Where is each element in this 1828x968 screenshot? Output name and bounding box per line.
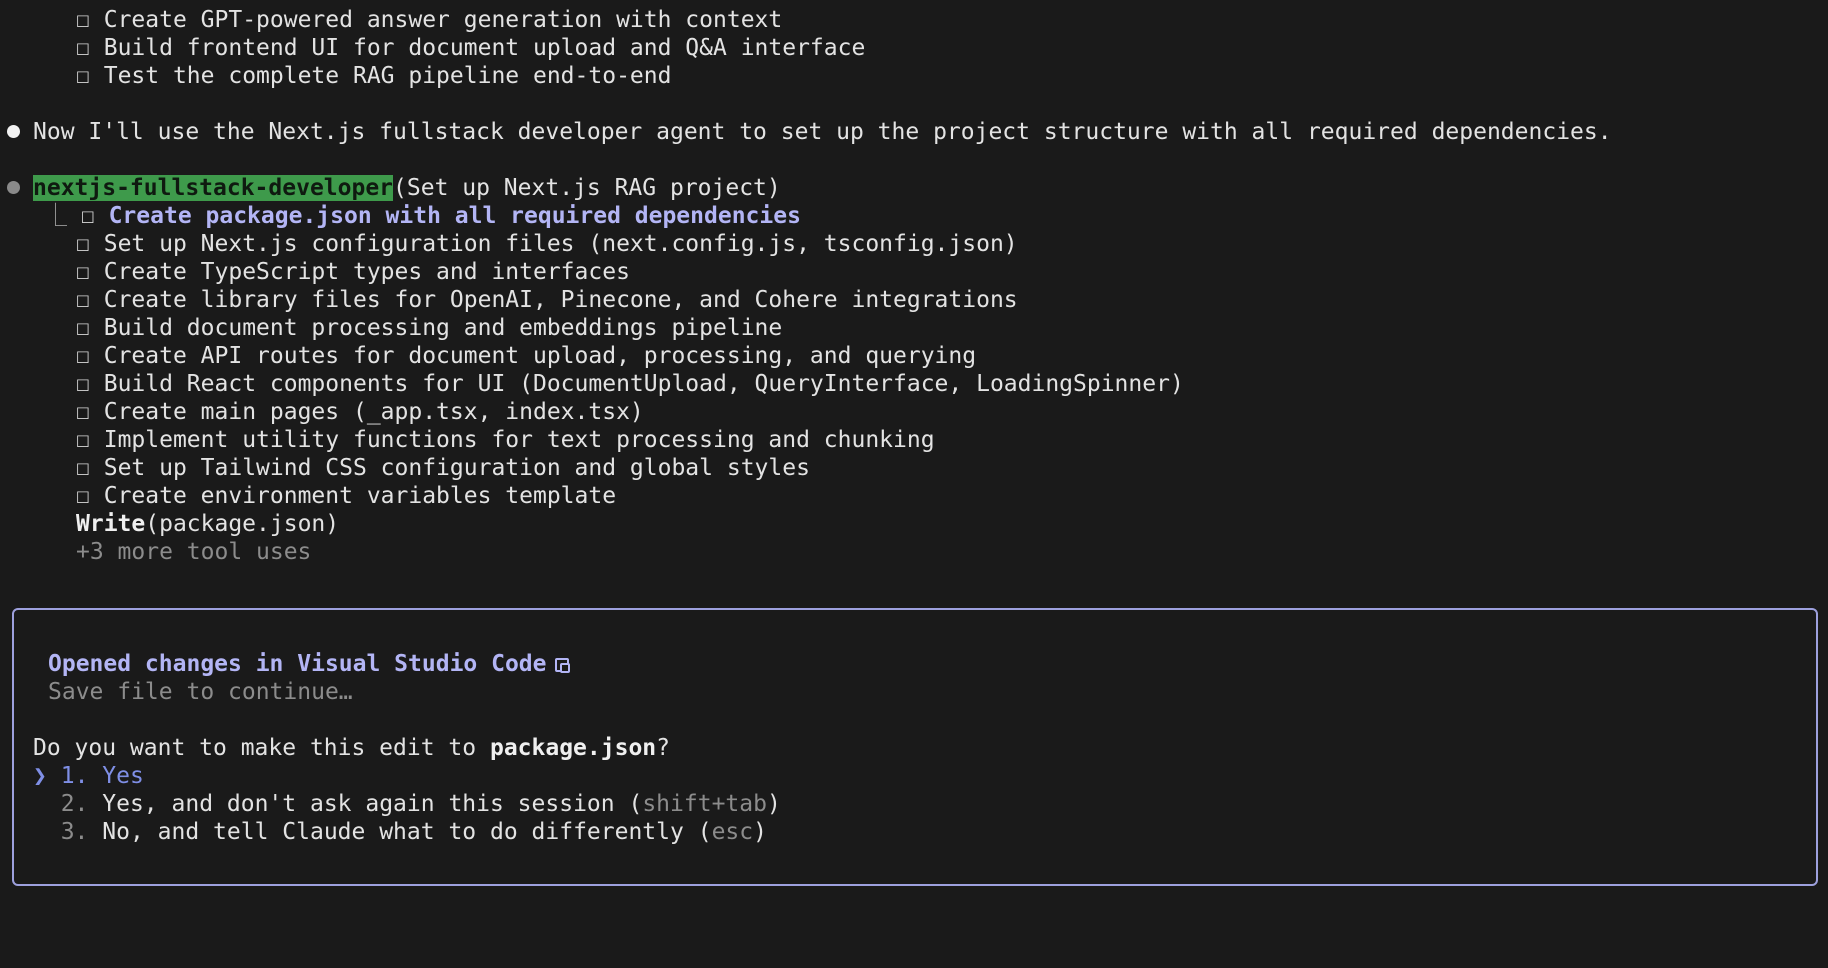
todo-item: ☐ Create library files for OpenAI, Pinec… [76,286,1018,314]
checkbox-icon: ☐ [76,343,90,369]
todo-text: Test the complete RAG pipeline end-to-en… [103,63,672,89]
checkbox-icon: ☐ [76,455,90,481]
hint-close: ) [753,819,767,845]
option-number: 2. [60,791,89,817]
option-label: Yes [102,763,144,789]
more-tool-uses: +3 more tool uses [76,539,312,565]
agent-name-badge: nextjs-fullstack-developer [33,175,394,201]
todo-item: ☐ Create main pages (_app.tsx, index.tsx… [76,398,644,426]
tool-use-line: Write(package.json) [76,510,339,538]
option-number: 1. [60,763,89,789]
checkbox-icon: ☐ [76,63,90,89]
todo-text: Create main pages (_app.tsx, index.tsx) [103,399,644,425]
todo-text: Build React components for UI (DocumentU… [103,371,1184,397]
agent-header: nextjs-fullstack-developer(Set up Next.j… [33,174,781,202]
dialog-title: Opened changes in Visual Studio Code [48,651,547,677]
checkbox-icon: ☐ [76,427,90,453]
checkbox-icon: ☐ [76,259,90,285]
checkbox-icon: ☐ [76,7,90,33]
todo-text: Create package.json with all required de… [108,203,801,229]
option-label: No, and tell Claude what to do different… [102,819,698,845]
tool-arg: (package.json) [145,511,340,537]
selection-pointer-icon: ❯ [33,763,47,789]
todo-item: ☐ Test the complete RAG pipeline end-to-… [76,62,671,90]
option-label: Yes, and don't ask again this session [102,791,629,817]
checkbox-icon: ☐ [76,399,90,425]
option-hint: esc [711,819,754,845]
todo-item: ☐ Build frontend UI for document upload … [76,34,865,62]
todo-item-active: ⎿ ☐ Create package.json with all require… [44,202,801,230]
todo-item: ☐ Create environment variables template [76,482,616,510]
option-number: 3. [60,819,89,845]
checkbox-icon: ☐ [76,483,90,509]
todo-text: Set up Next.js configuration files (next… [103,231,1018,257]
hint-open: ( [628,791,643,817]
question-file: package.json [489,735,657,761]
checkbox-icon: ☐ [76,315,90,341]
todo-text: Set up Tailwind CSS configuration and gl… [103,455,810,481]
dialog-subtitle: Save file to continue… [48,679,353,705]
todo-item: ☐ Create GPT-powered answer generation w… [76,6,782,34]
hint-close: ) [766,791,781,817]
todo-item: ☐ Create API routes for document upload,… [76,342,976,370]
tool-name: Write [76,511,146,537]
dialog-question: Do you want to make this edit to package… [33,734,670,762]
todo-item: ☐ Implement utility functions for text p… [76,426,935,454]
checkbox-icon: ☐ [76,35,90,61]
todo-item: ☐ Create TypeScript types and interfaces [76,258,630,286]
todo-text: Create library files for OpenAI, Pinecon… [103,287,1018,313]
todo-text: Create TypeScript types and interfaces [103,259,630,285]
checkbox-icon: ☐ [76,371,90,397]
option-no[interactable]: 3. No, and tell Claude what to do differ… [33,818,767,846]
todo-text: Create GPT-powered answer generation wit… [103,7,783,33]
checkbox-icon: ☐ [80,203,95,229]
hint-open: ( [697,819,712,845]
todo-text: Build document processing and embeddings… [103,315,783,341]
todo-text: Create API routes for document upload, p… [103,343,977,369]
agent-task: (Set up Next.js RAG project) [393,175,781,201]
todo-text: Build frontend UI for document upload an… [103,35,866,61]
option-yes-dont-ask[interactable]: 2. Yes, and don't ask again this session… [33,790,781,818]
question-prefix: Do you want to make this edit to [33,735,490,761]
todo-item: ☐ Set up Tailwind CSS configuration and … [76,454,810,482]
checkbox-icon: ☐ [76,231,90,257]
todo-item: ☐ Build React components for UI (Documen… [76,370,1184,398]
checkbox-icon: ☐ [76,287,90,313]
agent-status-icon [7,181,20,194]
option-yes[interactable]: ❯ 1. Yes [33,762,144,790]
dialog-title-line: Opened changes in Visual Studio Code [48,650,570,678]
option-hint: shift+tab [642,791,767,817]
question-suffix: ? [656,735,670,761]
external-link-icon[interactable] [554,657,570,673]
todo-text: Implement utility functions for text pro… [103,427,935,453]
todo-item: ☐ Set up Next.js configuration files (ne… [76,230,1018,258]
message-bullet-icon [7,125,20,138]
todo-text: Create environment variables template [103,483,617,509]
assistant-message: Now I'll use the Next.js fullstack devel… [33,119,1612,145]
tree-branch-icon: ⎿ [44,203,67,229]
todo-item: ☐ Build document processing and embeddin… [76,314,782,342]
